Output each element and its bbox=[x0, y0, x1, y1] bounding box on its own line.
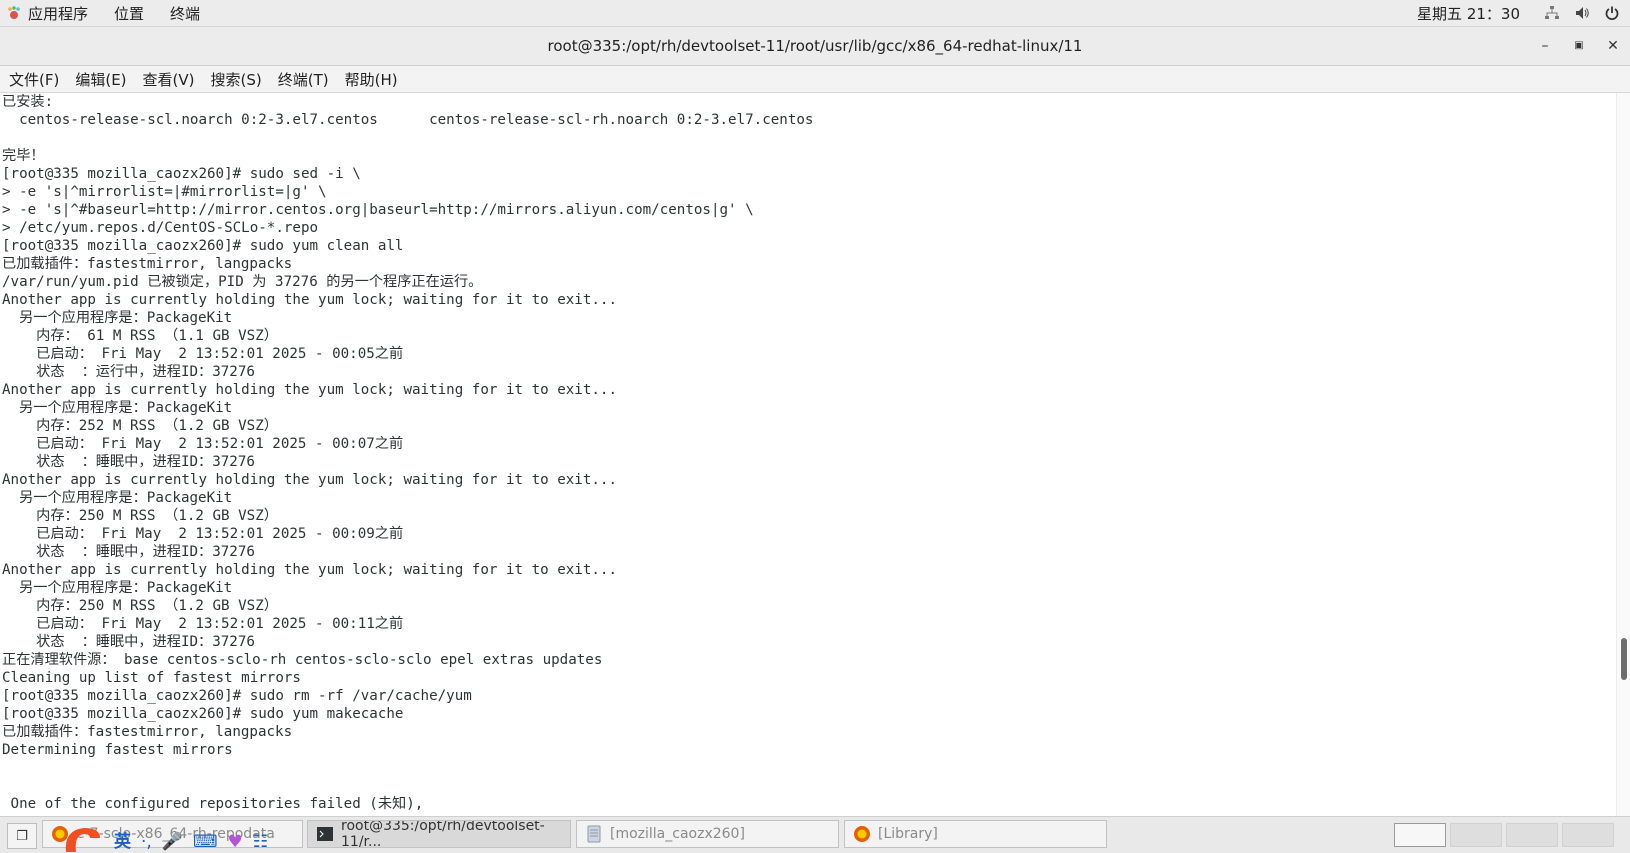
task-file-manager[interactable]: [mozilla_caozx260] bbox=[576, 820, 839, 848]
window-titlebar[interactable]: root@335:/opt/rh/devtoolset-11/root/usr/… bbox=[0, 27, 1630, 66]
ime-language-label[interactable]: 英 bbox=[114, 827, 131, 852]
places-menu[interactable]: 位置 bbox=[114, 3, 144, 24]
minimize-icon: – bbox=[1541, 38, 1549, 54]
terminal-line: 内存：250 M RSS （1.2 GB VSZ） bbox=[2, 508, 278, 524]
terminal-line: [root@335 mozilla_caozx260]# sudo yum ma… bbox=[2, 706, 404, 722]
terminal-line: 状态 ：睡眠中，进程ID：37276 bbox=[2, 544, 255, 560]
sogou-logo-icon bbox=[65, 828, 100, 852]
terminal-line: > -e 's|^#baseurl=http://mirror.centos.o… bbox=[2, 202, 754, 218]
close-icon: ✕ bbox=[1607, 38, 1619, 54]
task-label: root@335:/opt/rh/devtoolset-11/r... bbox=[341, 820, 545, 848]
terminal-line: centos-release-scl.noarch 0:2-3.el7.cent… bbox=[2, 112, 814, 128]
ime-skin-icon[interactable]: ♥ bbox=[228, 832, 243, 852]
terminal-line: 内存： 61 M RSS （1.1 GB VSZ） bbox=[2, 328, 278, 344]
terminal-line: 内存：250 M RSS （1.2 GB VSZ） bbox=[2, 598, 278, 614]
menu-edit[interactable]: 编辑(E) bbox=[75, 69, 126, 90]
terminal-line: Another app is currently holding the yum… bbox=[2, 562, 617, 578]
close-button[interactable]: ✕ bbox=[1596, 27, 1630, 65]
task-label: [mozilla_caozx260] bbox=[610, 826, 745, 842]
terminal-line: Determining fastest mirrors bbox=[2, 742, 233, 758]
ime-voice-icon[interactable]: 🎤 bbox=[162, 832, 183, 852]
terminal-line: [root@335 mozilla_caozx260]# sudo yum cl… bbox=[2, 238, 404, 254]
terminal-line: Another app is currently holding the yum… bbox=[2, 382, 617, 398]
applications-menu[interactable]: 应用程序 bbox=[0, 3, 114, 24]
ime-tools-icon[interactable]: ☷ bbox=[253, 832, 268, 852]
terminal-line: > /etc/yum.repos.d/CentOS-SCLo-*.repo bbox=[2, 220, 319, 236]
terminal-line: 已启动： Fri May 2 13:52:01 2025 - 00:07之前 bbox=[2, 436, 404, 452]
task-label: [Library] bbox=[878, 826, 938, 842]
terminal-line: Cleaning up list of fastest mirrors bbox=[2, 670, 301, 686]
terminal-app-menu[interactable]: 终端 bbox=[170, 3, 200, 24]
terminal-line: 状态 ：睡眠中，进程ID：37276 bbox=[2, 634, 255, 650]
terminal-line: 完毕！ bbox=[2, 148, 45, 164]
terminal-line: Another app is currently holding the yum… bbox=[2, 472, 617, 488]
firefox-icon bbox=[854, 826, 870, 842]
show-desktop-icon: ❐ bbox=[16, 828, 28, 844]
applications-label: 应用程序 bbox=[28, 4, 89, 23]
network-icon[interactable] bbox=[1544, 5, 1560, 21]
terminal-line: 已加载插件：fastestmirror, langpacks bbox=[2, 256, 293, 272]
terminal-line: 另一个应用程序是：PackageKit bbox=[2, 490, 233, 506]
show-desktop-button[interactable]: ❐ bbox=[7, 823, 37, 849]
menu-file[interactable]: 文件(F) bbox=[9, 69, 59, 90]
workspace-4[interactable] bbox=[1562, 823, 1614, 847]
minimize-button[interactable]: – bbox=[1528, 27, 1562, 65]
terminal-line: 已安装: bbox=[2, 94, 54, 110]
scrollbar-thumb[interactable] bbox=[1621, 638, 1627, 680]
menu-terminal[interactable]: 终端(T) bbox=[278, 69, 329, 90]
terminal-icon bbox=[317, 827, 333, 841]
menu-help[interactable]: 帮助(H) bbox=[345, 69, 398, 90]
maximize-icon: ▣ bbox=[1574, 40, 1584, 51]
ime-punctuation-icon[interactable]: ·, bbox=[141, 832, 152, 852]
workspace-3[interactable] bbox=[1506, 823, 1558, 847]
power-icon[interactable] bbox=[1604, 5, 1620, 21]
window-title: root@335:/opt/rh/devtoolset-11/root/usr/… bbox=[547, 37, 1083, 55]
terminal-line: 已启动： Fri May 2 13:52:01 2025 - 00:09之前 bbox=[2, 526, 404, 542]
ime-toolbar[interactable]: 英 ·, 🎤 ⌨ ♥ ☷ bbox=[60, 824, 268, 852]
terminal-line: 另一个应用程序是：PackageKit bbox=[2, 400, 233, 416]
menu-view[interactable]: 查看(V) bbox=[143, 69, 195, 90]
top-panel: 应用程序 位置 终端 星期五 21：30 bbox=[0, 0, 1630, 27]
terminal-line: Another app is currently holding the yum… bbox=[2, 292, 617, 308]
gnome-foot-icon bbox=[8, 6, 20, 19]
terminal-line: 另一个应用程序是：PackageKit bbox=[2, 580, 233, 596]
terminal-line: 内存：252 M RSS （1.2 GB VSZ） bbox=[2, 418, 278, 434]
terminal-line: 已启动： Fri May 2 13:52:01 2025 - 00:05之前 bbox=[2, 346, 404, 362]
file-manager-icon bbox=[587, 825, 601, 843]
ime-keyboard-icon[interactable]: ⌨ bbox=[193, 832, 218, 852]
terminal-line: /var/run/yum.pid 已被锁定，PID 为 37276 的另一个程序… bbox=[2, 274, 483, 290]
terminal-line: > -e 's|^mirrorlist=|#mirrorlist=|g' \ bbox=[2, 184, 327, 200]
task-library[interactable]: [Library] bbox=[844, 820, 1107, 848]
terminal-output[interactable]: 已安装: centos-release-scl.noarch 0:2-3.el7… bbox=[0, 93, 1617, 816]
terminal-line: 状态 ：睡眠中，进程ID：37276 bbox=[2, 454, 255, 470]
terminal-line: [root@335 mozilla_caozx260]# sudo rm -rf… bbox=[2, 688, 472, 704]
clock[interactable]: 星期五 21：30 bbox=[1417, 3, 1520, 24]
terminal-line: 已加载插件：fastestmirror, langpacks bbox=[2, 724, 293, 740]
terminal-line: 状态 ：运行中，进程ID：37276 bbox=[2, 364, 255, 380]
terminal-line: One of the configured repositories faile… bbox=[2, 796, 424, 812]
terminal-line: 已启动： Fri May 2 13:52:01 2025 - 00:11之前 bbox=[2, 616, 404, 632]
terminal-scrollbar[interactable] bbox=[1616, 93, 1630, 816]
volume-icon[interactable] bbox=[1574, 5, 1590, 21]
maximize-button[interactable]: ▣ bbox=[1562, 27, 1596, 65]
workspace-1[interactable] bbox=[1394, 823, 1446, 847]
terminal-text: 已安装: centos-release-scl.noarch 0:2-3.el7… bbox=[0, 93, 1617, 813]
menu-search[interactable]: 搜索(S) bbox=[211, 69, 262, 90]
workspace-2[interactable] bbox=[1450, 823, 1502, 847]
terminal-line: 正在清理软件源： base centos-sclo-rh centos-sclo… bbox=[2, 652, 603, 668]
terminal-line: [root@335 mozilla_caozx260]# sudo sed -i… bbox=[2, 166, 361, 182]
task-terminal[interactable]: root@335:/opt/rh/devtoolset-11/r... bbox=[307, 820, 571, 848]
terminal-line: 另一个应用程序是：PackageKit bbox=[2, 310, 233, 326]
terminal-menubar: 文件(F) 编辑(E) 查看(V) 搜索(S) 终端(T) 帮助(H) bbox=[0, 66, 1630, 93]
